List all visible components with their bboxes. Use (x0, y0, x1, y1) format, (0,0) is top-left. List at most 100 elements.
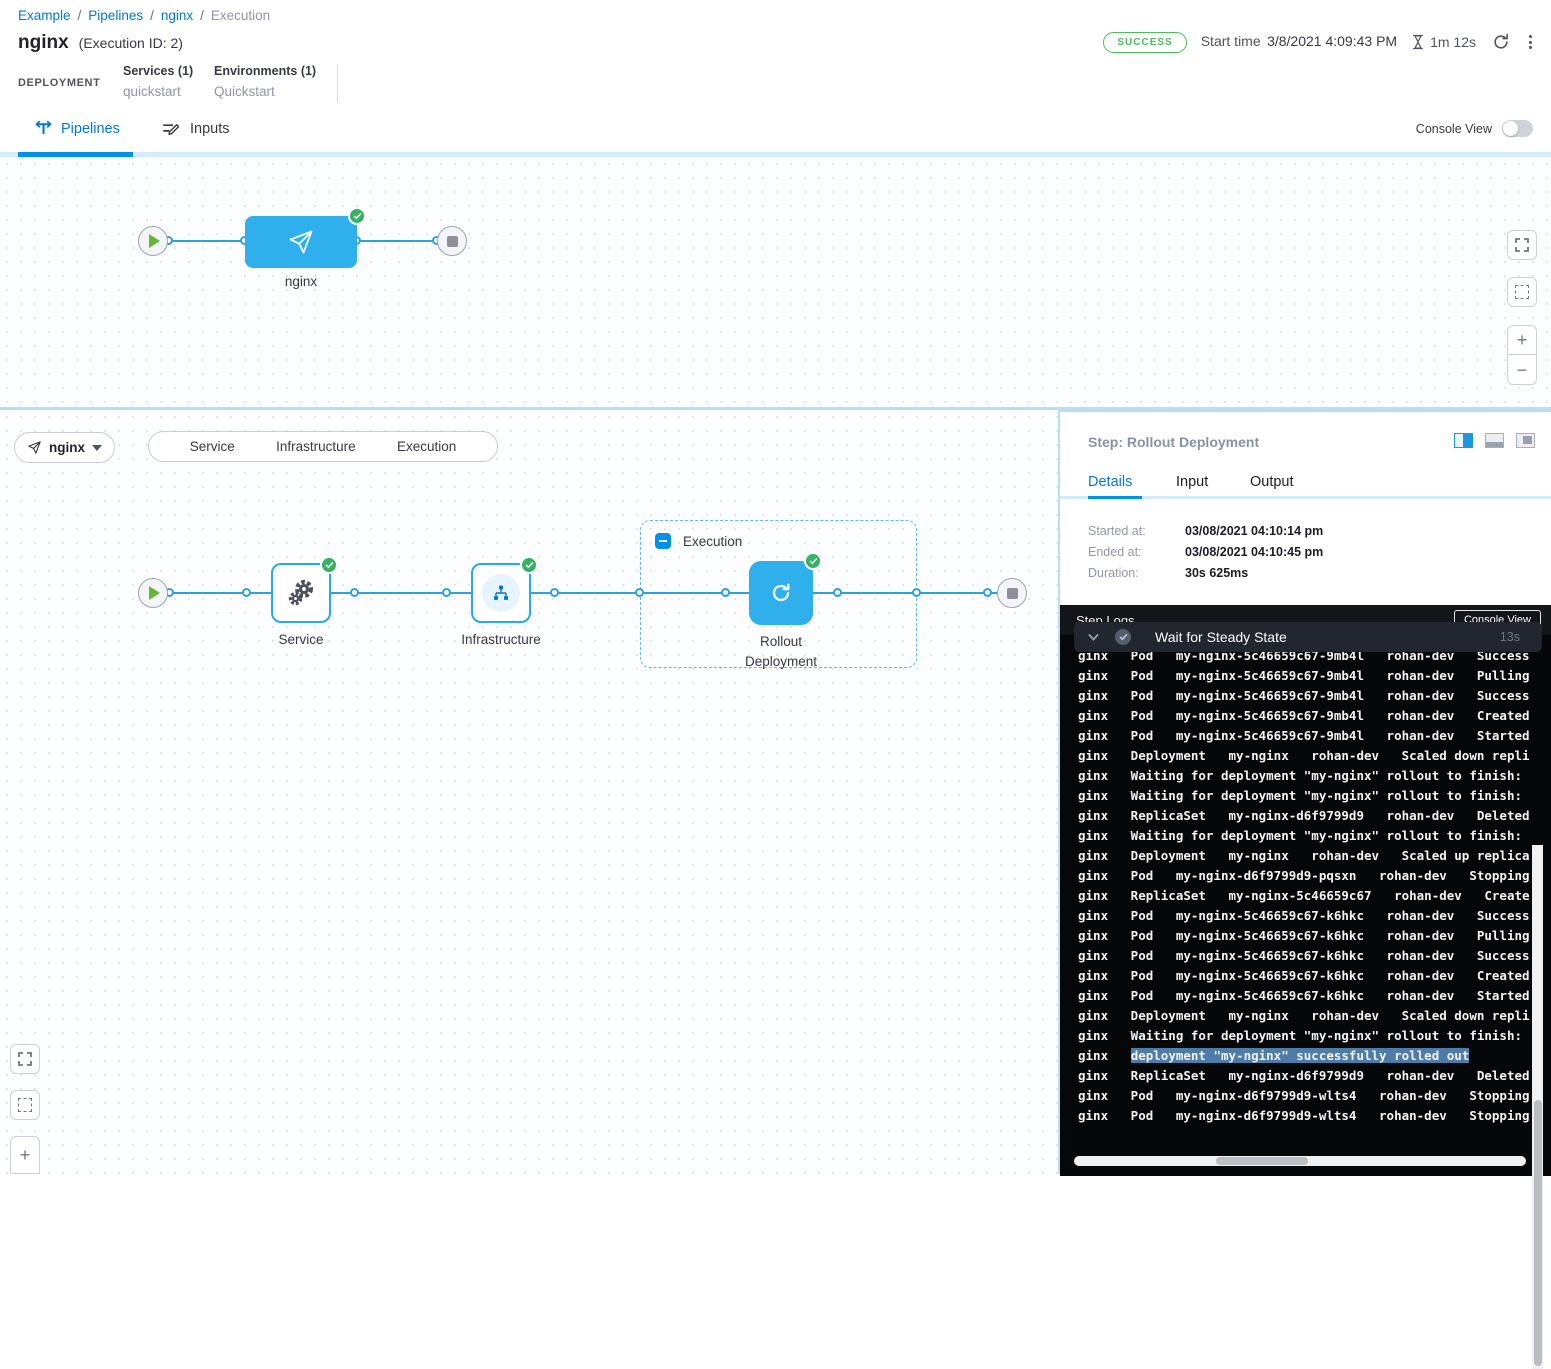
breadcrumb-separator: / (78, 8, 82, 23)
end-node[interactable] (997, 578, 1027, 608)
log-line: ginx Deployment my-nginx rohan-dev Scale… (1078, 846, 1530, 866)
success-check-icon (804, 552, 822, 570)
zoom-in-button[interactable]: + (10, 1136, 40, 1174)
refresh-icon (1492, 33, 1510, 51)
plus-icon: + (20, 1146, 31, 1164)
fit-to-screen-button[interactable] (10, 1090, 40, 1120)
log-line: ginx Waiting for deployment "my-nginx" r… (1078, 766, 1530, 786)
started-at-value: 03/08/2021 04:10:14 pm (1185, 524, 1323, 538)
step-panel-title: Step: Rollout Deployment (1088, 434, 1259, 450)
minus-icon: − (1517, 361, 1528, 379)
log-vertical-scrollbar[interactable] (1532, 845, 1543, 1369)
log-line: ginx Pod my-nginx-5c46659c67-k6hkc rohan… (1078, 966, 1530, 986)
environments-summary[interactable]: Environments (1) Quickstart (214, 64, 316, 99)
start-node[interactable] (138, 226, 168, 256)
breadcrumb-pipelines[interactable]: Pipelines (88, 8, 143, 23)
rollout-icon (769, 581, 793, 605)
layout-right-split-icon[interactable] (1454, 433, 1473, 448)
divider (337, 64, 338, 102)
layout-bottom-split-icon[interactable] (1485, 433, 1504, 448)
zoom-in-button[interactable]: + (1507, 325, 1537, 355)
log-line: ginx Waiting for deployment "my-nginx" r… (1078, 826, 1530, 846)
start-node[interactable] (138, 578, 168, 608)
breadcrumb-current: Execution (211, 8, 270, 23)
tab-input[interactable]: Input (1176, 474, 1208, 490)
console-view-toggle[interactable] (1502, 120, 1533, 137)
collapse-group-button[interactable] (655, 533, 671, 549)
console-view-label: Console View (1416, 122, 1492, 136)
connector-dot (983, 588, 992, 597)
tab-pipelines[interactable]: Pipelines (35, 105, 120, 152)
duration: 1m 12s (1411, 34, 1476, 50)
connector-dot (350, 588, 359, 597)
connector-dot (442, 588, 451, 597)
stage-section-tabs: Service Infrastructure Execution (148, 431, 498, 462)
log-line: ginx Waiting for deployment "my-nginx" r… (1078, 786, 1530, 806)
step-node-infrastructure[interactable] (471, 563, 531, 623)
log-line: ginx Pod my-nginx-5c46659c67-k6hkc rohan… (1078, 986, 1530, 1006)
header-right: SUCCESS Start time 3/8/2021 4:09:43 PM 1… (1103, 31, 1535, 53)
log-line: ginx Pod my-nginx-5c46659c67-9mb4l rohan… (1078, 666, 1530, 686)
breadcrumb-example[interactable]: Example (18, 8, 71, 23)
pipeline-canvas-top[interactable]: nginx + − (0, 157, 1551, 407)
tab-pipelines-label: Pipelines (61, 121, 120, 137)
stage-selector-dropdown[interactable]: nginx (14, 432, 115, 463)
log-lines[interactable]: ginx Pod my-nginx-5c46659c67-9mb4l rohan… (1078, 646, 1530, 1146)
stage-node-nginx[interactable] (245, 216, 357, 268)
layout-right-panel-icon[interactable] (1516, 433, 1535, 448)
services-label: Services (1) (123, 64, 193, 78)
play-icon (149, 234, 160, 248)
refresh-button[interactable] (1490, 31, 1512, 53)
tab-inputs[interactable]: Inputs (162, 105, 230, 152)
stop-icon (447, 236, 458, 247)
services-summary[interactable]: Services (1) quickstart (123, 64, 193, 99)
deployment-type-label: DEPLOYMENT (18, 77, 100, 89)
play-icon (149, 586, 160, 600)
toggle-knob (1503, 121, 1518, 136)
log-line: ginx Pod my-nginx-d6f9799d9-wlts4 rohan-… (1078, 1106, 1530, 1126)
breadcrumb-separator: / (200, 8, 204, 23)
log-section-wait-for-steady-state[interactable]: Wait for Steady State 13s (1074, 622, 1542, 652)
ended-at-label: Ended at: (1088, 545, 1142, 559)
log-line: ginx Pod my-nginx-5c46659c67-k6hkc rohan… (1078, 926, 1530, 946)
fullscreen-icon (17, 1051, 33, 1067)
log-line: ginx Pod my-nginx-5c46659c67-k6hkc rohan… (1078, 906, 1530, 926)
sitemap-icon (492, 584, 510, 602)
more-options-button[interactable] (1526, 32, 1535, 52)
scrollbar-thumb[interactable] (1534, 1100, 1542, 1366)
fullscreen-button[interactable] (10, 1044, 40, 1074)
step-node-rollout-deployment[interactable] (749, 561, 813, 625)
stage-tab-execution[interactable]: Execution (397, 439, 456, 454)
duration-label: Duration: (1088, 566, 1139, 580)
connector-dot (635, 588, 644, 597)
start-time-value: 3/8/2021 4:09:43 PM (1267, 33, 1397, 49)
duration-value: 1m 12s (1430, 34, 1476, 50)
minus-icon (659, 540, 667, 542)
log-line: ginx Pod my-nginx-5c46659c67-k6hkc rohan… (1078, 946, 1530, 966)
pipeline-canvas-stage[interactable]: nginx Service Infrastructure Execution E… (0, 410, 1058, 1174)
breadcrumb-nginx[interactable]: nginx (161, 8, 193, 23)
zoom-out-button[interactable]: − (1507, 355, 1537, 385)
send-icon (27, 440, 42, 455)
log-horizontal-scrollbar[interactable] (1074, 1156, 1526, 1166)
execution-group-label: Execution (683, 534, 742, 549)
log-section-duration: 13s (1500, 630, 1520, 644)
scrollbar-thumb[interactable] (1216, 1157, 1308, 1165)
step-node-service[interactable] (271, 563, 331, 623)
step-node-label: Rollout Deployment (711, 632, 851, 672)
tab-details[interactable]: Details (1088, 474, 1132, 490)
chevron-down-icon (1088, 633, 1099, 641)
stage-tab-service[interactable]: Service (190, 439, 235, 454)
step-node-label: Infrastructure (441, 632, 561, 647)
stage-tab-infrastructure[interactable]: Infrastructure (276, 439, 356, 454)
connector-dot (833, 588, 842, 597)
tab-output[interactable]: Output (1250, 474, 1294, 490)
connector-dot (721, 588, 730, 597)
panel-layout-controls (1454, 433, 1535, 448)
fullscreen-button[interactable] (1507, 230, 1537, 260)
log-line: ginx Pod my-nginx-d6f9799d9-wlts4 rohan-… (1078, 1086, 1530, 1106)
log-line: ginx Waiting for deployment "my-nginx" r… (1078, 1026, 1530, 1046)
fit-to-screen-button[interactable] (1507, 277, 1537, 307)
panel-tab-underline-active (1088, 496, 1142, 499)
end-node[interactable] (437, 226, 467, 256)
